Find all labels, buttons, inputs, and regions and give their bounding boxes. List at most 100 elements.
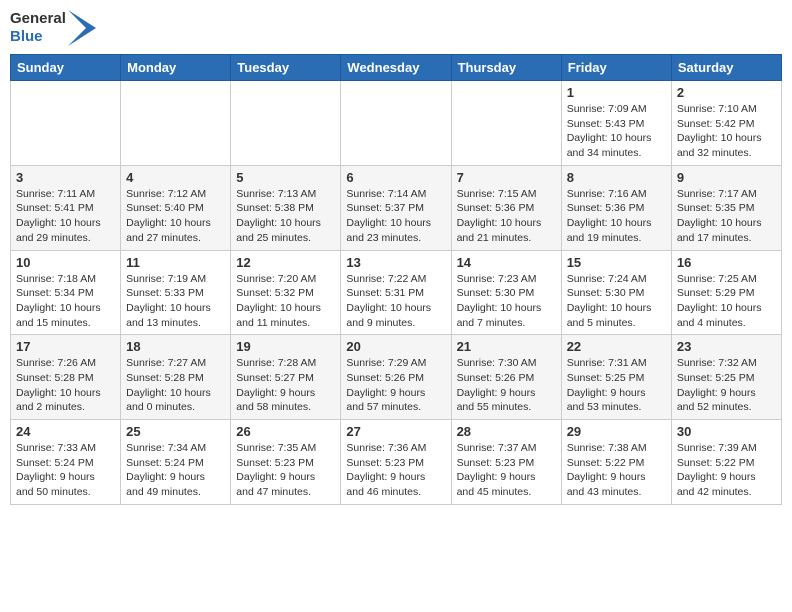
day-cell: 15 Sunrise: 7:24 AM Sunset: 5:30 PM Dayli… [561,250,671,335]
day-info: Sunrise: 7:11 AM Sunset: 5:41 PM Dayligh… [16,187,115,246]
weekday-header-wednesday: Wednesday [341,55,451,81]
day-cell: 16 Sunrise: 7:25 AM Sunset: 5:29 PM Dayli… [671,250,781,335]
day-number: 14 [457,255,556,270]
page-header: General Blue [10,10,782,46]
weekday-header-monday: Monday [121,55,231,81]
day-number: 22 [567,339,666,354]
day-cell: 9 Sunrise: 7:17 AM Sunset: 5:35 PM Daylig… [671,165,781,250]
day-cell: 4 Sunrise: 7:12 AM Sunset: 5:40 PM Daylig… [121,165,231,250]
day-info: Sunrise: 7:27 AM Sunset: 5:28 PM Dayligh… [126,356,225,415]
day-cell: 27 Sunrise: 7:36 AM Sunset: 5:23 PM Dayli… [341,420,451,505]
day-cell: 5Sunrise: 7:13 AM Sunset: 5:38 PM Daylig… [231,165,341,250]
week-row-1: 1Sunrise: 7:09 AM Sunset: 5:43 PM Daylig… [11,81,782,166]
weekday-header-sunday: Sunday [11,55,121,81]
day-cell: 22 Sunrise: 7:31 AM Sunset: 5:25 PM Dayli… [561,335,671,420]
day-number: 11 [126,255,225,270]
day-info: Sunrise: 7:26 AM Sunset: 5:28 PM Dayligh… [16,356,115,415]
day-info: Sunrise: 7:23 AM Sunset: 5:30 PM Dayligh… [457,272,556,331]
week-row-2: 3Sunrise: 7:11 AM Sunset: 5:41 PM Daylig… [11,165,782,250]
day-cell: 3Sunrise: 7:11 AM Sunset: 5:41 PM Daylig… [11,165,121,250]
weekday-header-row: SundayMondayTuesdayWednesdayThursdayFrid… [11,55,782,81]
day-number: 12 [236,255,335,270]
logo-arrow-icon [68,10,96,46]
day-cell: 7 Sunrise: 7:15 AM Sunset: 5:36 PM Daylig… [451,165,561,250]
logo-container: General Blue [10,10,96,46]
day-info: Sunrise: 7:39 AM Sunset: 5:22 PM Dayligh… [677,441,776,500]
weekday-header-saturday: Saturday [671,55,781,81]
day-cell: 25Sunrise: 7:34 AM Sunset: 5:24 PM Dayli… [121,420,231,505]
day-number: 18 [126,339,225,354]
day-number: 13 [346,255,445,270]
day-number: 28 [457,424,556,439]
day-number: 17 [16,339,115,354]
day-cell: 19 Sunrise: 7:28 AM Sunset: 5:27 PM Dayli… [231,335,341,420]
day-info: Sunrise: 7:15 AM Sunset: 5:36 PM Dayligh… [457,187,556,246]
day-cell: 10 Sunrise: 7:18 AM Sunset: 5:34 PM Dayli… [11,250,121,335]
day-info: Sunrise: 7:28 AM Sunset: 5:27 PM Dayligh… [236,356,335,415]
day-info: Sunrise: 7:24 AM Sunset: 5:30 PM Dayligh… [567,272,666,331]
day-cell: 26 Sunrise: 7:35 AM Sunset: 5:23 PM Dayli… [231,420,341,505]
weekday-header-friday: Friday [561,55,671,81]
day-info: Sunrise: 7:35 AM Sunset: 5:23 PM Dayligh… [236,441,335,500]
day-info: Sunrise: 7:18 AM Sunset: 5:34 PM Dayligh… [16,272,115,331]
day-number: 6 [346,170,445,185]
day-cell: 23 Sunrise: 7:32 AM Sunset: 5:25 PM Dayli… [671,335,781,420]
day-info: Sunrise: 7:16 AM Sunset: 5:36 PM Dayligh… [567,187,666,246]
day-cell: 17 Sunrise: 7:26 AM Sunset: 5:28 PM Dayli… [11,335,121,420]
day-cell: 8 Sunrise: 7:16 AM Sunset: 5:36 PM Daylig… [561,165,671,250]
day-number: 20 [346,339,445,354]
day-number: 23 [677,339,776,354]
day-cell: 24 Sunrise: 7:33 AM Sunset: 5:24 PM Dayli… [11,420,121,505]
day-cell: 11 Sunrise: 7:19 AM Sunset: 5:33 PM Dayli… [121,250,231,335]
day-cell [11,81,121,166]
day-number: 15 [567,255,666,270]
day-info: Sunrise: 7:20 AM Sunset: 5:32 PM Dayligh… [236,272,335,331]
day-cell: 2 Sunrise: 7:10 AM Sunset: 5:42 PM Daylig… [671,81,781,166]
logo: General Blue [10,10,96,46]
day-info: Sunrise: 7:30 AM Sunset: 5:26 PM Dayligh… [457,356,556,415]
logo-blue-text: Blue [10,28,66,46]
week-row-5: 24 Sunrise: 7:33 AM Sunset: 5:24 PM Dayli… [11,420,782,505]
day-cell: 30 Sunrise: 7:39 AM Sunset: 5:22 PM Dayli… [671,420,781,505]
day-info: Sunrise: 7:36 AM Sunset: 5:23 PM Dayligh… [346,441,445,500]
day-number: 5 [236,170,335,185]
day-info: Sunrise: 7:33 AM Sunset: 5:24 PM Dayligh… [16,441,115,500]
day-info: Sunrise: 7:34 AM Sunset: 5:24 PM Dayligh… [126,441,225,500]
day-info: Sunrise: 7:25 AM Sunset: 5:29 PM Dayligh… [677,272,776,331]
day-info: Sunrise: 7:17 AM Sunset: 5:35 PM Dayligh… [677,187,776,246]
day-cell: 29Sunrise: 7:38 AM Sunset: 5:22 PM Dayli… [561,420,671,505]
day-info: Sunrise: 7:14 AM Sunset: 5:37 PM Dayligh… [346,187,445,246]
logo-text-block: General Blue [10,10,66,46]
day-info: Sunrise: 7:19 AM Sunset: 5:33 PM Dayligh… [126,272,225,331]
day-cell: 20 Sunrise: 7:29 AM Sunset: 5:26 PM Dayli… [341,335,451,420]
day-number: 24 [16,424,115,439]
day-number: 9 [677,170,776,185]
day-number: 16 [677,255,776,270]
day-number: 26 [236,424,335,439]
day-cell [121,81,231,166]
day-number: 30 [677,424,776,439]
day-number: 7 [457,170,556,185]
weekday-header-thursday: Thursday [451,55,561,81]
day-info: Sunrise: 7:37 AM Sunset: 5:23 PM Dayligh… [457,441,556,500]
day-number: 1 [567,85,666,100]
week-row-3: 10 Sunrise: 7:18 AM Sunset: 5:34 PM Dayli… [11,250,782,335]
day-cell: 1Sunrise: 7:09 AM Sunset: 5:43 PM Daylig… [561,81,671,166]
day-number: 4 [126,170,225,185]
day-info: Sunrise: 7:22 AM Sunset: 5:31 PM Dayligh… [346,272,445,331]
day-info: Sunrise: 7:29 AM Sunset: 5:26 PM Dayligh… [346,356,445,415]
day-info: Sunrise: 7:12 AM Sunset: 5:40 PM Dayligh… [126,187,225,246]
day-info: Sunrise: 7:31 AM Sunset: 5:25 PM Dayligh… [567,356,666,415]
day-cell: 12 Sunrise: 7:20 AM Sunset: 5:32 PM Dayli… [231,250,341,335]
day-info: Sunrise: 7:10 AM Sunset: 5:42 PM Dayligh… [677,102,776,161]
day-cell: 13 Sunrise: 7:22 AM Sunset: 5:31 PM Dayli… [341,250,451,335]
day-number: 2 [677,85,776,100]
day-number: 8 [567,170,666,185]
day-number: 27 [346,424,445,439]
day-cell [231,81,341,166]
day-info: Sunrise: 7:32 AM Sunset: 5:25 PM Dayligh… [677,356,776,415]
day-number: 19 [236,339,335,354]
day-info: Sunrise: 7:38 AM Sunset: 5:22 PM Dayligh… [567,441,666,500]
day-number: 10 [16,255,115,270]
calendar-table: SundayMondayTuesdayWednesdayThursdayFrid… [10,54,782,505]
